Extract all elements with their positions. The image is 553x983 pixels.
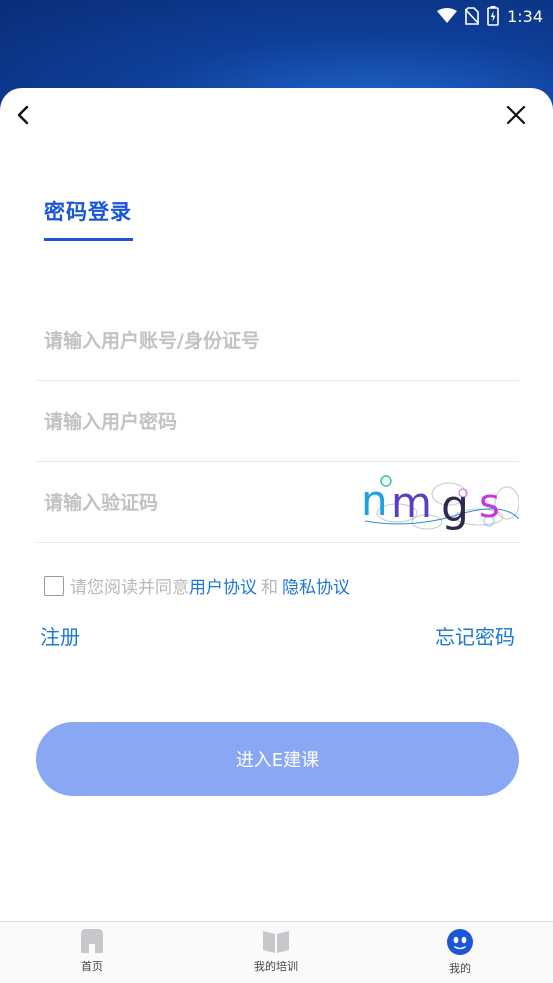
bottom-nav: 首页 我的培训 我的: [0, 921, 553, 983]
privacy-agreement-link[interactable]: 隐私协议: [282, 573, 350, 598]
forgot-password-link[interactable]: 忘记密码: [435, 621, 515, 650]
status-bar: 1:34: [437, 0, 553, 32]
user-agreement-link[interactable]: 用户协议: [189, 573, 257, 598]
no-sim-icon: [465, 7, 480, 25]
captcha-char-3: g: [441, 481, 469, 531]
battery-icon: [487, 6, 499, 26]
tab-password-login[interactable]: 密码登录: [44, 196, 132, 226]
nav-home[interactable]: 首页: [47, 928, 137, 974]
captcha-char-1: n: [361, 476, 388, 525]
captcha-input[interactable]: [37, 491, 337, 514]
nav-mine-label: 我的: [449, 962, 471, 975]
captcha-field: n m g s: [37, 463, 519, 543]
close-button[interactable]: [499, 98, 533, 132]
tab-underline: [44, 238, 133, 241]
home-icon: [81, 929, 103, 953]
captcha-char-4: s: [479, 481, 500, 527]
login-sheet: 密码登录 n m g s 请您阅读并同意 用户协议 和 隐私协议: [0, 88, 553, 922]
nav-mine[interactable]: 我的: [415, 928, 505, 976]
enter-button[interactable]: 进入E建课: [36, 722, 519, 796]
nav-my-training-label: 我的培训: [254, 960, 298, 973]
profile-face-icon: [447, 929, 473, 955]
agree-and: 和: [261, 578, 278, 598]
book-icon: [263, 931, 289, 953]
status-time: 1:34: [507, 6, 543, 26]
password-field: [37, 382, 519, 462]
password-input[interactable]: [37, 410, 337, 433]
captcha-char-2: m: [391, 478, 432, 527]
back-button[interactable]: [6, 98, 40, 132]
agreement-row: 请您阅读并同意 用户协议 和 隐私协议: [44, 573, 350, 598]
agree-prefix: 请您阅读并同意: [70, 578, 189, 598]
account-input[interactable]: [37, 329, 337, 352]
captcha-image[interactable]: n m g s: [361, 473, 519, 531]
wifi-icon: [437, 8, 458, 23]
nav-my-training[interactable]: 我的培训: [231, 928, 321, 974]
nav-home-label: 首页: [81, 960, 103, 973]
account-field: [37, 301, 519, 381]
chevron-left-icon: [17, 105, 29, 125]
close-icon: [506, 105, 526, 125]
register-link[interactable]: 注册: [40, 621, 80, 650]
agree-checkbox[interactable]: [44, 575, 64, 596]
